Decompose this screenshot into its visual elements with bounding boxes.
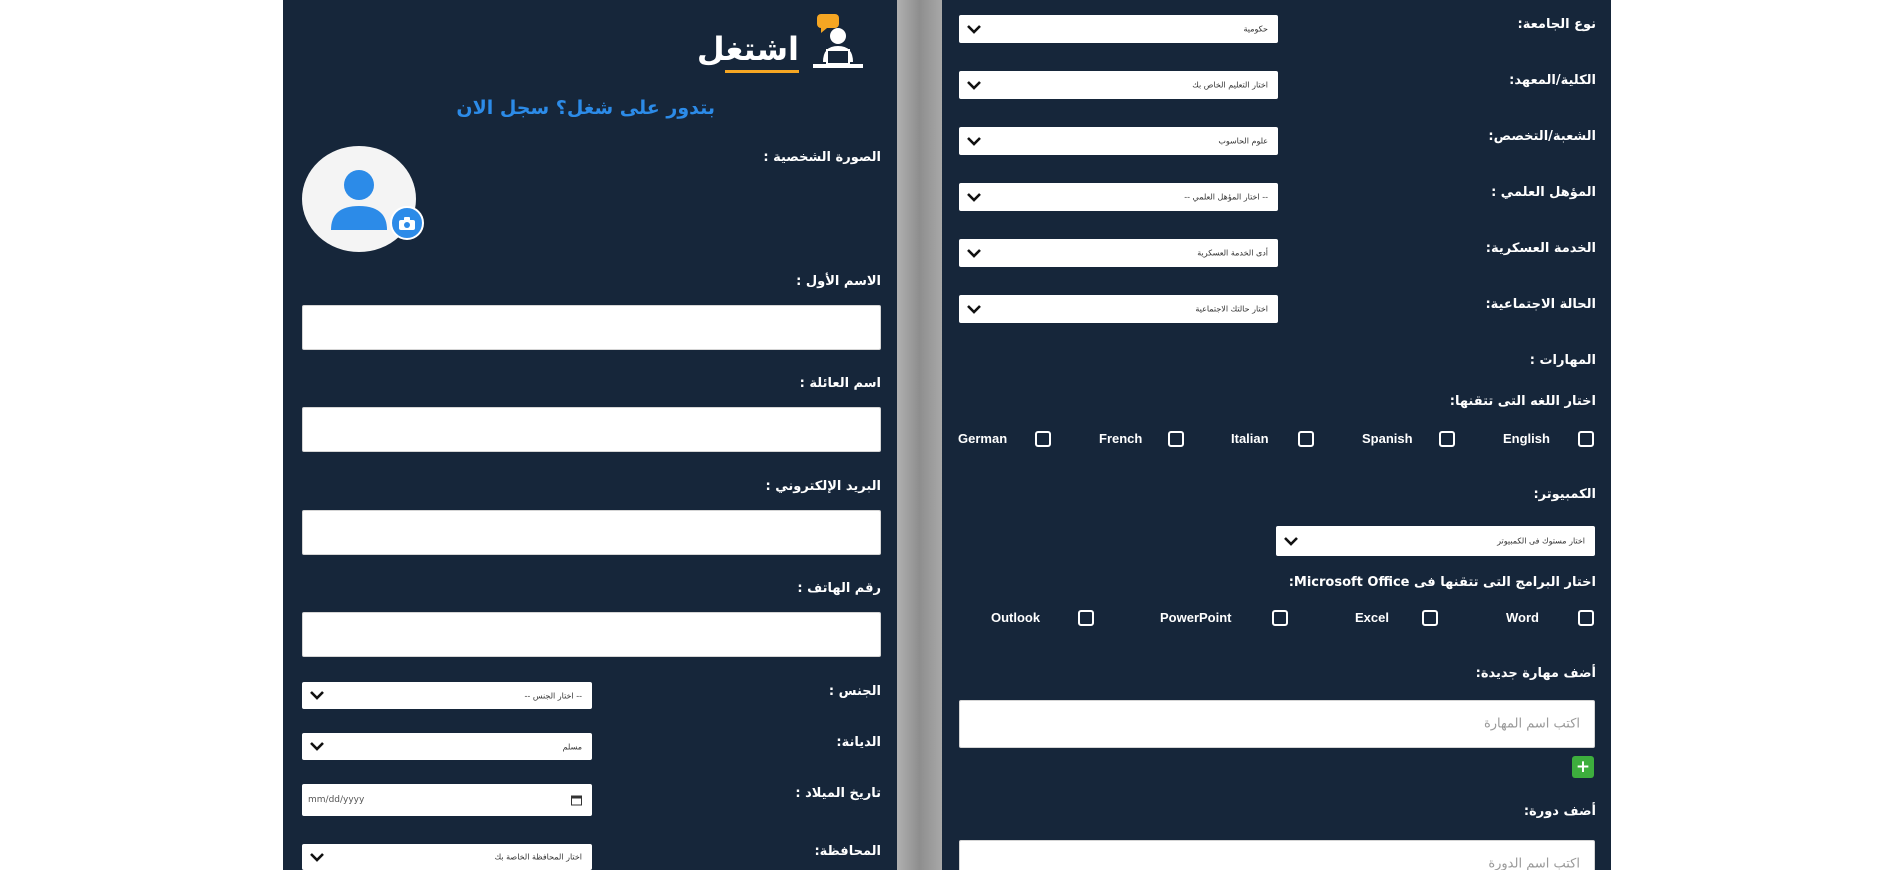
- birthdate-value: mm/dd/yyyy: [308, 795, 365, 805]
- language-italian-label: Italian: [1231, 431, 1269, 446]
- computer-level-value: اختار مستوك فى الكمبيوتر: [1497, 536, 1585, 546]
- logo: اشتغل: [697, 12, 865, 76]
- birthdate-label: تاريخ الميلاد :: [795, 786, 881, 801]
- chevron-down-icon: [965, 78, 983, 92]
- birthdate-input[interactable]: mm/dd/yyyy: [302, 784, 592, 816]
- qualification-label: المؤهل العلمي :: [1491, 185, 1596, 200]
- computer-level-select[interactable]: اختار مستوك فى الكمبيوتر: [1276, 526, 1595, 556]
- language-english-label: English: [1503, 431, 1550, 446]
- office-word-label: Word: [1506, 610, 1539, 625]
- university-type-label: نوع الجامعة:: [1517, 17, 1597, 32]
- language-french-label: French: [1099, 431, 1143, 446]
- checkbox-french[interactable]: [1168, 431, 1184, 447]
- gender-value: -- اختار الجنس --: [524, 691, 583, 700]
- photo-label: الصورة الشخصية :: [763, 150, 881, 165]
- checkbox-english[interactable]: [1578, 431, 1594, 447]
- new-skill-label: أضف مهارة جديدة:: [1475, 666, 1596, 681]
- course-input[interactable]: اكتب اسم الدورة: [959, 840, 1595, 870]
- languages-label: اختار اللغه التى تتقنها:: [1449, 394, 1596, 409]
- religion-label: الديانة:: [836, 735, 881, 750]
- avatar[interactable]: [302, 146, 424, 252]
- registration-form-left: اشتغل بتدور على شغل؟ سجل الان الصورة الش…: [283, 0, 897, 870]
- phone-label: رقم الهاتف :: [797, 581, 881, 596]
- chevron-down-icon: [965, 134, 983, 148]
- office-excel-label: Excel: [1355, 610, 1389, 625]
- first-name-label: الاسم الأول :: [796, 274, 881, 289]
- university-type-select[interactable]: حكومية: [959, 15, 1278, 43]
- marital-select[interactable]: اختار حالتك الاجتماعية: [959, 295, 1278, 323]
- email-input[interactable]: [302, 510, 881, 555]
- new-skill-placeholder: اكتب اسم المهارة: [1483, 716, 1580, 732]
- last-name-input[interactable]: [302, 407, 881, 452]
- major-select[interactable]: علوم الحاسوب: [959, 127, 1278, 155]
- religion-value: مسلم: [562, 742, 582, 751]
- plus-icon: +: [1575, 757, 1591, 777]
- major-value: علوم الحاسوب: [1218, 136, 1268, 146]
- window-gap: [897, 0, 942, 870]
- religion-select[interactable]: مسلم: [302, 733, 592, 760]
- governorate-value: اختار المحافظة الخاصة بك: [494, 852, 582, 862]
- checkbox-powerpoint[interactable]: [1272, 610, 1288, 626]
- language-spanish-label: Spanish: [1362, 431, 1413, 446]
- logo-worker-icon: [813, 14, 863, 68]
- language-german-label: German: [958, 431, 1008, 446]
- faculty-select[interactable]: اختار التعليم الخاص بك: [959, 71, 1278, 99]
- camera-icon[interactable]: [390, 206, 424, 240]
- course-label: أضف دورة:: [1523, 804, 1596, 819]
- checkbox-excel[interactable]: [1422, 610, 1438, 626]
- qualification-value: -- اختار المؤهل العلمي --: [1184, 192, 1268, 202]
- checkbox-italian[interactable]: [1298, 431, 1314, 447]
- office-outlook-label: Outlook: [991, 610, 1041, 625]
- university-type-value: حكومية: [1243, 24, 1268, 34]
- logo-text: اشتغل: [696, 30, 799, 68]
- military-value: أدى الخدمة العسكرية: [1197, 248, 1268, 258]
- office-powerpoint-label: PowerPoint: [1160, 610, 1232, 625]
- major-label: الشعبة/التخصص:: [1488, 129, 1596, 144]
- new-skill-input[interactable]: اكتب اسم المهارة: [959, 700, 1595, 748]
- governorate-select[interactable]: اختار المحافظة الخاصة بك: [302, 844, 592, 870]
- logo-underline: [725, 70, 799, 73]
- chevron-down-icon: [965, 190, 983, 204]
- checkbox-german[interactable]: [1035, 431, 1051, 447]
- calendar-icon[interactable]: [571, 791, 582, 810]
- add-skill-button[interactable]: +: [1572, 756, 1594, 778]
- checkbox-spanish[interactable]: [1439, 431, 1455, 447]
- gender-select[interactable]: -- اختار الجنس --: [302, 682, 592, 709]
- tagline: بتدور على شغل؟ سجل الان: [456, 97, 715, 119]
- chevron-down-icon: [308, 689, 326, 703]
- email-label: البريد الإلكتروني :: [765, 479, 881, 494]
- first-name-input[interactable]: [302, 305, 881, 350]
- phone-input[interactable]: [302, 612, 881, 657]
- checkbox-outlook[interactable]: [1078, 610, 1094, 626]
- faculty-value: اختار التعليم الخاص بك: [1192, 80, 1268, 90]
- marital-value: اختار حالتك الاجتماعية: [1195, 304, 1268, 314]
- last-name-label: اسم العائلة :: [799, 376, 881, 391]
- computer-label: الكمبيوتر:: [1533, 487, 1596, 502]
- chevron-down-icon: [308, 850, 326, 864]
- gender-label: الجنس :: [828, 684, 881, 699]
- chevron-down-icon: [965, 302, 983, 316]
- governorate-label: المحافظة:: [814, 844, 881, 859]
- chevron-down-icon: [308, 740, 326, 754]
- checkbox-word[interactable]: [1578, 610, 1594, 626]
- chevron-down-icon: [965, 246, 983, 260]
- qualification-select[interactable]: -- اختار المؤهل العلمي --: [959, 183, 1278, 211]
- course-placeholder: اكتب اسم الدورة: [1488, 856, 1580, 870]
- marital-label: الحالة الاجتماعية:: [1485, 297, 1596, 312]
- skills-label: المهارات :: [1529, 353, 1596, 368]
- office-label: اختار البرامج التى تتقنها فى Microsoft O…: [1288, 575, 1596, 590]
- registration-form-right: نوع الجامعة: حكومية الكلية/المعهد: اختار…: [942, 0, 1611, 870]
- chevron-down-icon: [965, 22, 983, 36]
- user-icon: [331, 170, 387, 230]
- faculty-label: الكلية/المعهد:: [1509, 73, 1596, 88]
- military-select[interactable]: أدى الخدمة العسكرية: [959, 239, 1278, 267]
- chevron-down-icon: [1282, 534, 1300, 548]
- military-label: الخدمة العسكرية:: [1485, 241, 1596, 256]
